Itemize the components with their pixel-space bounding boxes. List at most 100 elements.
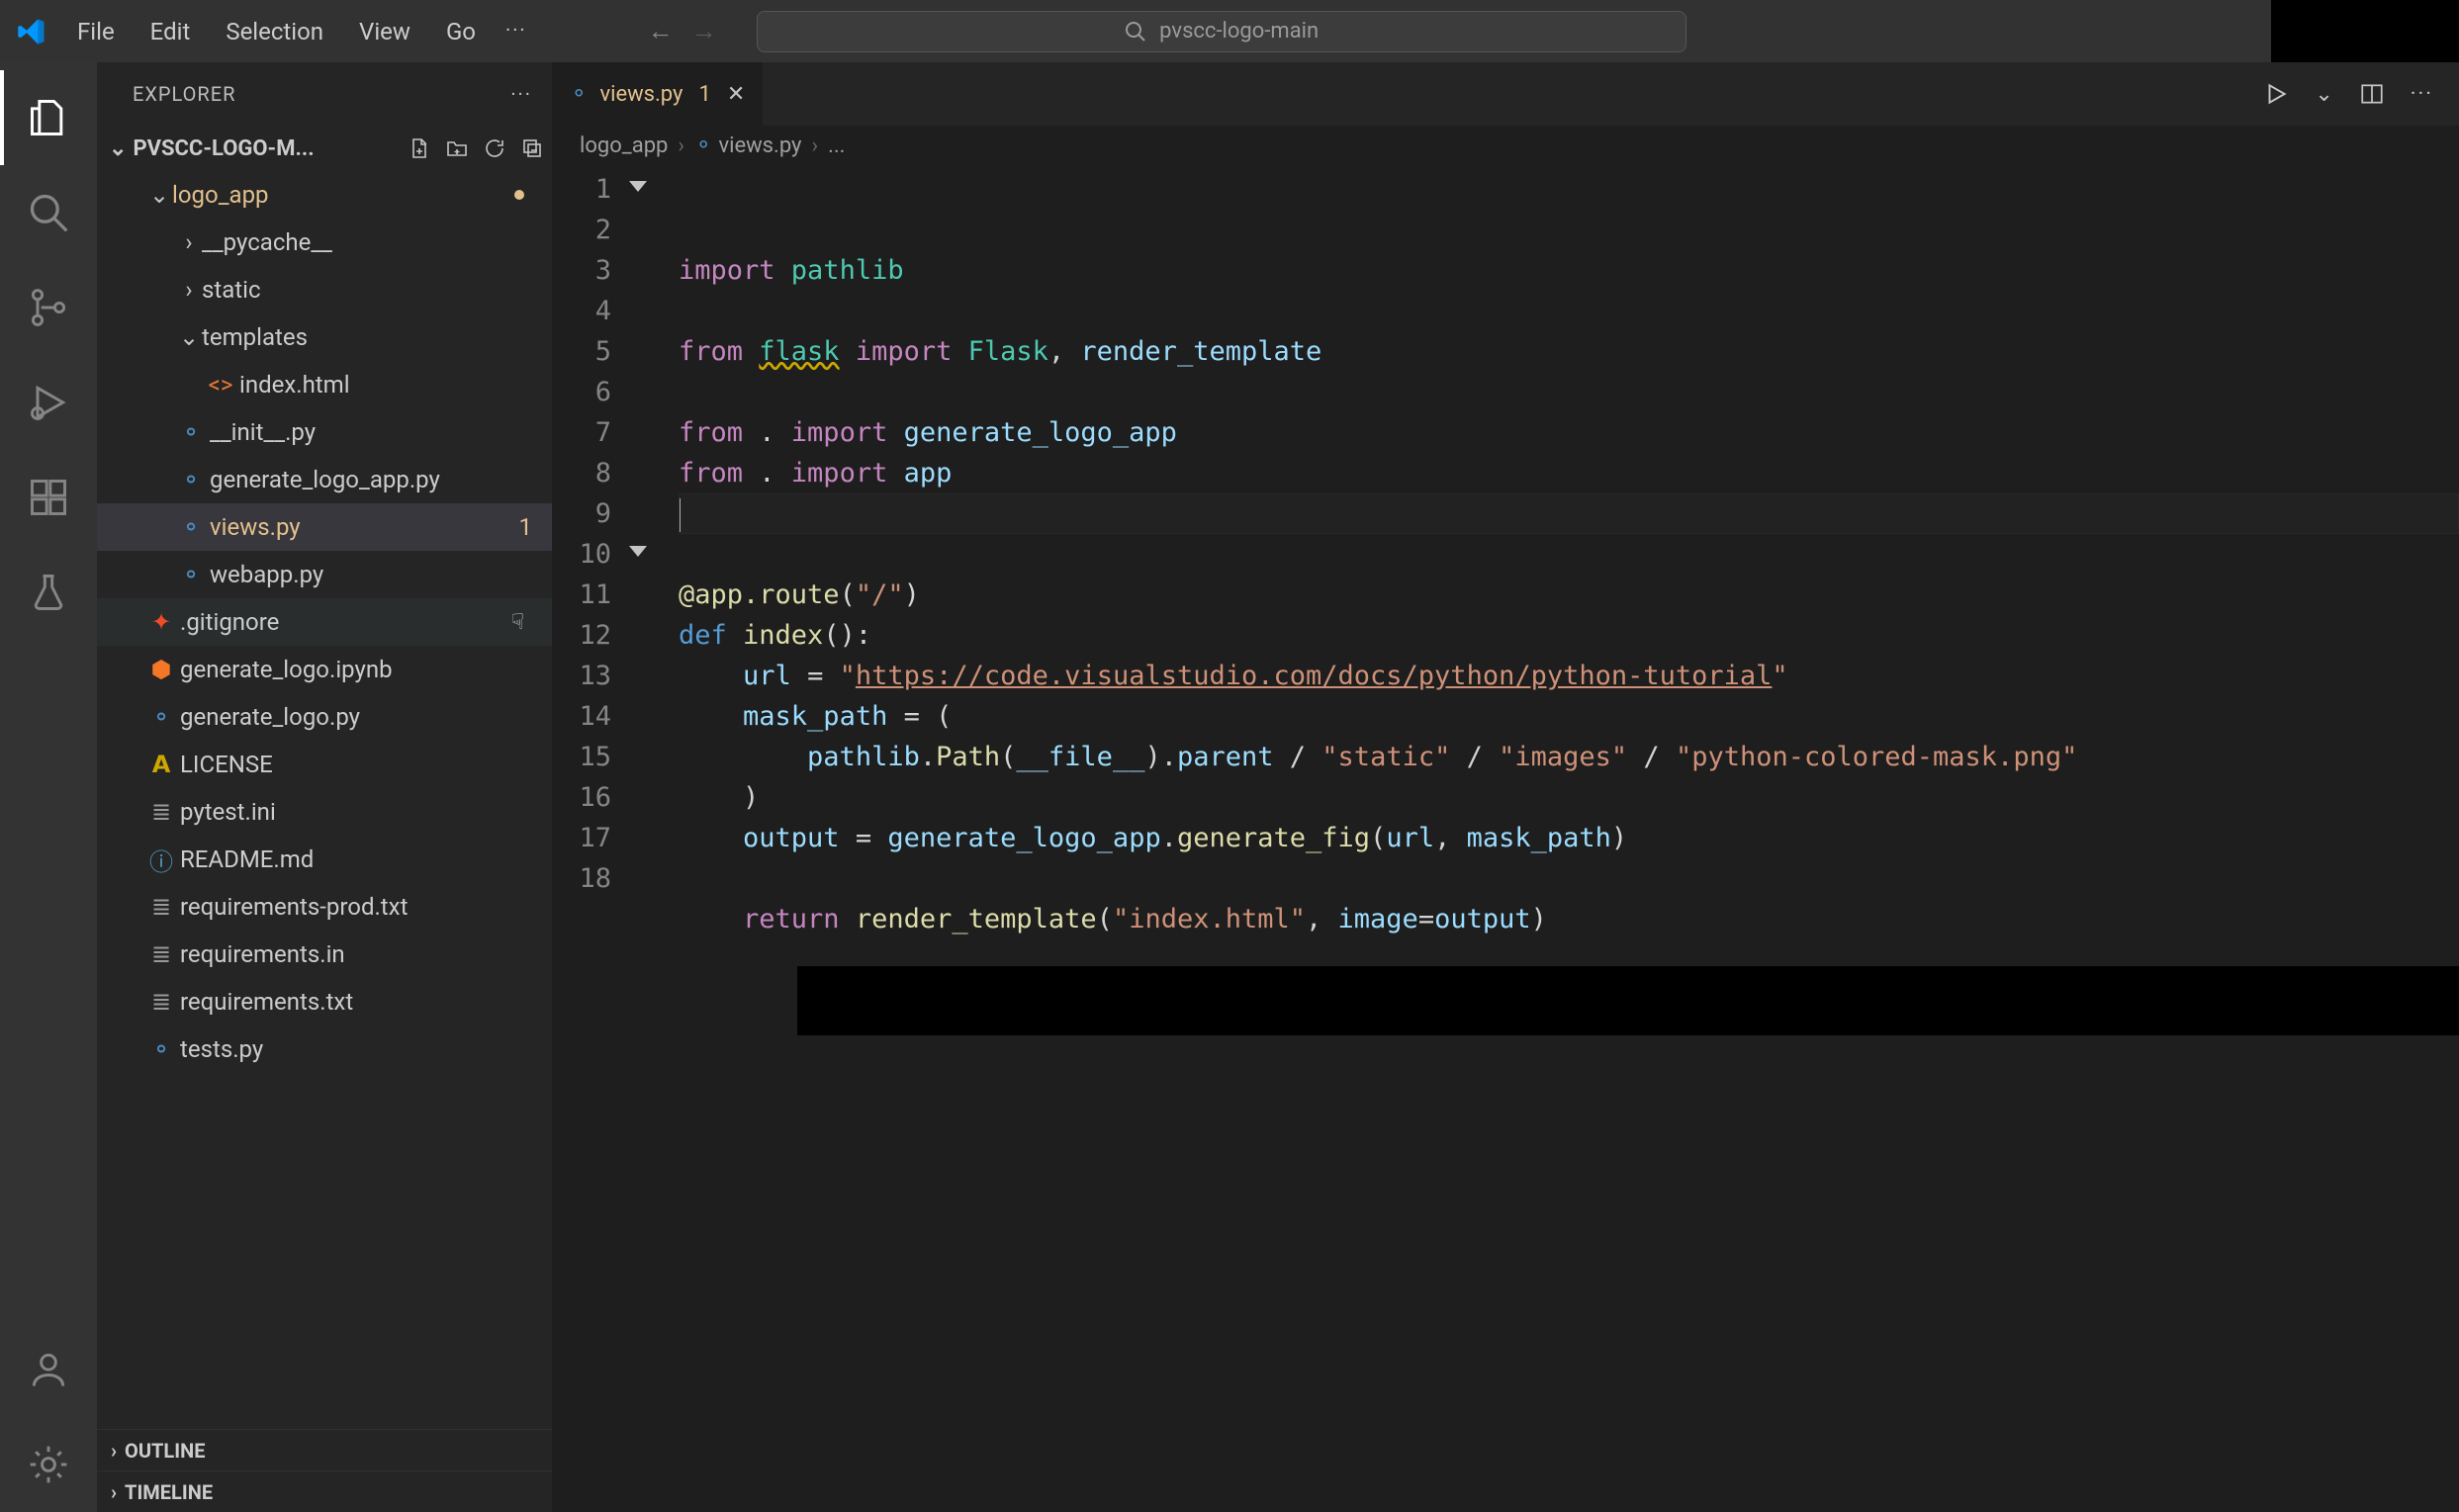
- folder-templates[interactable]: ⌄ templates: [97, 313, 552, 361]
- file-index-html[interactable]: <> index.html: [97, 361, 552, 408]
- file-requirements-prod-txt[interactable]: ≣ requirements-prod.txt: [97, 883, 552, 931]
- menu-edit[interactable]: Edit: [133, 12, 209, 51]
- editor-tabs: ⚬ views.py 1 ✕ ⌄ ···: [552, 62, 2459, 126]
- editor-area: ⚬ views.py 1 ✕ ⌄ ··· logo_app › ⚬ views: [552, 62, 2459, 1512]
- python-file-icon: ⚬: [176, 513, 206, 541]
- files-icon: [27, 96, 70, 139]
- file-generate-logo-app-py[interactable]: ⚬ generate_logo_app.py: [97, 456, 552, 503]
- tab-views-py[interactable]: ⚬ views.py 1 ✕: [552, 62, 764, 126]
- chevron-right-icon: ›: [678, 133, 684, 158]
- activity-scm[interactable]: [0, 260, 97, 355]
- activity-settings[interactable]: [0, 1417, 97, 1512]
- problems-badge: 1: [519, 513, 553, 541]
- breadcrumb-item[interactable]: logo_app: [580, 133, 668, 158]
- file-label: requirements.txt: [180, 988, 552, 1016]
- editor-actions: ⌄ ···: [2237, 62, 2459, 126]
- notebook-file-icon: ⬢: [146, 656, 176, 683]
- python-file-icon: ⚬: [176, 466, 206, 493]
- file-gitignore[interactable]: ✦ .gitignore ☟: [97, 598, 552, 646]
- problems-badge: 1: [698, 82, 710, 107]
- activity-accounts[interactable]: [0, 1322, 97, 1417]
- folder-static[interactable]: › static: [97, 266, 552, 313]
- menu-more-icon[interactable]: ···: [494, 12, 539, 51]
- breadcrumb-item[interactable]: ...: [828, 133, 845, 158]
- python-file-icon: ⚬: [146, 703, 176, 731]
- split-editor-icon[interactable]: [2359, 81, 2385, 107]
- activity-run[interactable]: [0, 355, 97, 450]
- sidebar-more-icon[interactable]: ···: [510, 82, 532, 106]
- file-label: __init__.py: [210, 418, 552, 446]
- search-icon: [1124, 20, 1147, 44]
- more-actions-icon[interactable]: ···: [2411, 82, 2433, 107]
- folder-label: logo_app: [172, 181, 552, 209]
- text-file-icon: ≣: [146, 940, 176, 968]
- file-requirements-txt[interactable]: ≣ requirements.txt: [97, 978, 552, 1025]
- nav-forward-icon[interactable]: →: [691, 16, 717, 46]
- extensions-icon: [27, 476, 70, 519]
- hand-cursor-icon: ☟: [511, 610, 524, 635]
- file-pytest-ini[interactable]: ≣ pytest.ini: [97, 788, 552, 836]
- close-icon[interactable]: ✕: [727, 82, 745, 107]
- collapse-all-icon[interactable]: [520, 136, 544, 160]
- activity-extensions[interactable]: [0, 450, 97, 545]
- timeline-pane-header[interactable]: › TIMELINE: [97, 1470, 552, 1512]
- file-label: webapp.py: [210, 561, 552, 588]
- run-python-icon[interactable]: [2263, 81, 2289, 107]
- file-label: generate_logo.py: [180, 703, 552, 731]
- title-bar: File Edit Selection View Go ··· ← → pvsc…: [0, 0, 2459, 62]
- chevron-down-icon: ⌄: [109, 136, 127, 161]
- menu-go[interactable]: Go: [428, 12, 494, 51]
- menu-selection[interactable]: Selection: [208, 12, 341, 51]
- ini-file-icon: ≣: [146, 798, 176, 826]
- file-label: pytest.ini: [180, 798, 552, 826]
- folder-label: templates: [202, 323, 552, 351]
- menu-file[interactable]: File: [59, 12, 133, 51]
- file-tree: ⌄ logo_app › __pycache__ › static ⌄ temp…: [97, 171, 552, 1429]
- new-folder-icon[interactable]: [445, 136, 469, 160]
- file-requirements-in[interactable]: ≣ requirements.in: [97, 931, 552, 978]
- outline-pane-header[interactable]: › OUTLINE: [97, 1429, 552, 1470]
- nav-back-icon[interactable]: ←: [648, 16, 674, 46]
- file-label: views.py: [210, 513, 519, 541]
- file-generate-logo-ipynb[interactable]: ⬢ generate_logo.ipynb: [97, 646, 552, 693]
- vscode-logo-icon: [14, 14, 49, 49]
- file-views-py[interactable]: ⚬ views.py 1: [97, 503, 552, 551]
- file-generate-logo-py[interactable]: ⚬ generate_logo.py: [97, 693, 552, 741]
- text-file-icon: ≣: [146, 893, 176, 921]
- chevron-down-icon: ⌄: [176, 323, 202, 351]
- activity-explorer[interactable]: [0, 70, 97, 165]
- run-dropdown-icon[interactable]: ⌄: [2315, 82, 2332, 107]
- file-webapp-py[interactable]: ⚬ webapp.py: [97, 551, 552, 598]
- activity-testing[interactable]: [0, 545, 97, 640]
- refresh-icon[interactable]: [483, 136, 506, 160]
- file-readme-md[interactable]: ⓘ README.md: [97, 836, 552, 883]
- file-label: LICENSE: [180, 751, 552, 778]
- python-file-icon: ⚬: [570, 82, 588, 107]
- beaker-icon: [27, 571, 70, 614]
- breadcrumb-item[interactable]: views.py: [718, 133, 801, 158]
- new-file-icon[interactable]: [408, 136, 431, 160]
- file-label: generate_logo_app.py: [210, 466, 552, 493]
- breadcrumbs[interactable]: logo_app › ⚬ views.py › ...: [552, 126, 2459, 165]
- menu-view[interactable]: View: [341, 12, 428, 51]
- line-number-gutter: 123456789101112131415161718: [552, 165, 671, 1512]
- command-center[interactable]: pvscc-logo-main: [757, 11, 1686, 52]
- code-editor[interactable]: 123456789101112131415161718 import pathl…: [552, 165, 2459, 1512]
- file-tests-py[interactable]: ⚬ tests.py: [97, 1025, 552, 1073]
- sidebar-title-row: EXPLORER ···: [97, 62, 552, 126]
- folder-pycache[interactable]: › __pycache__: [97, 219, 552, 266]
- code-content[interactable]: import pathlibfrom flask import Flask, r…: [671, 165, 2459, 1512]
- window-controls-region: [2271, 0, 2459, 62]
- folder-logo-app[interactable]: ⌄ logo_app: [97, 171, 552, 219]
- file-init-py[interactable]: ⚬ __init__.py: [97, 408, 552, 456]
- info-file-icon: ⓘ: [146, 843, 176, 877]
- folder-root-label: PVSCC-LOGO-M...: [133, 136, 314, 161]
- run-debug-icon: [27, 381, 70, 424]
- activity-search[interactable]: [0, 165, 97, 260]
- source-control-icon: [27, 286, 70, 329]
- file-license[interactable]: 𝗔 LICENSE: [97, 741, 552, 788]
- folder-root-header[interactable]: ⌄ PVSCC-LOGO-M...: [97, 126, 552, 171]
- file-label: requirements-prod.txt: [180, 893, 552, 921]
- license-file-icon: 𝗔: [146, 751, 176, 778]
- tab-label: views.py: [599, 82, 683, 107]
